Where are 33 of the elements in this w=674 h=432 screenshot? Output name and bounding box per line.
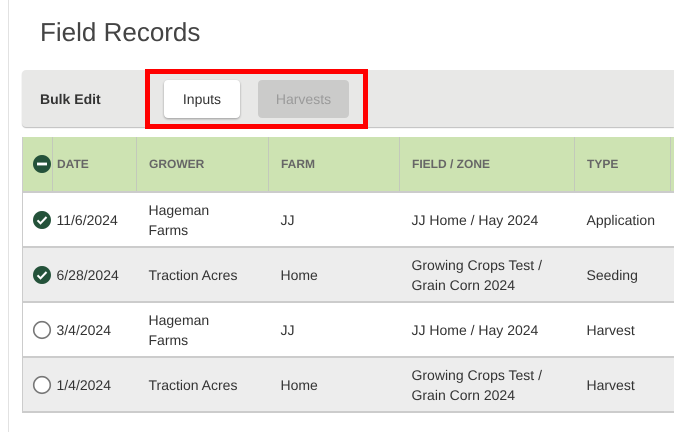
table-cell: Growing Crops Test / Grain Corn 2024 <box>400 247 574 302</box>
table-cell: Seeding <box>574 247 670 302</box>
table-cell: Traction Acres <box>136 357 268 412</box>
checkbox[interactable] <box>32 264 52 284</box>
table-cell: JJ <box>268 302 400 357</box>
checkbox[interactable] <box>32 374 52 394</box>
table-cell: Application <box>574 192 670 247</box>
table-cell: Hageman Farms <box>136 302 268 357</box>
table-cell: Harvest <box>574 357 670 412</box>
table-cell: Harvest <box>574 302 670 357</box>
table-cell: Hageman Farms <box>136 192 268 247</box>
table-cell: JJ Home / Hay 2024 <box>400 192 574 247</box>
table-cell: 1/4/2024 <box>52 357 136 412</box>
table-cell: JJ <box>268 192 400 247</box>
table-cell: Traction Acres <box>136 247 268 302</box>
column-header: FARM <box>268 137 400 192</box>
bulk-edit-label: Bulk Edit <box>40 90 102 106</box>
table-cell: Home <box>268 247 400 302</box>
page-title: Field Records <box>40 16 202 49</box>
table-cell: Growing Crops Test / Grain Corn 2024 <box>400 357 574 412</box>
column-header: TYPE <box>574 137 670 192</box>
table-cell: JJ Home / Hay 2024 <box>400 302 574 357</box>
table-cell: Home <box>268 357 400 412</box>
checkbox[interactable] <box>32 210 52 230</box>
indeterminate-checkbox[interactable] <box>32 154 52 174</box>
tab[interactable]: Inputs <box>164 80 240 118</box>
column-header: FIELD / ZONE <box>400 137 574 192</box>
table-cell: 11/6/2024 <box>52 192 136 247</box>
column-header: GROWER <box>136 137 268 192</box>
column-header: DATE <box>52 137 136 192</box>
table-cell: 3/4/2024 <box>52 302 136 357</box>
checkbox[interactable] <box>32 320 52 340</box>
table-cell: 6/28/2024 <box>52 247 136 302</box>
